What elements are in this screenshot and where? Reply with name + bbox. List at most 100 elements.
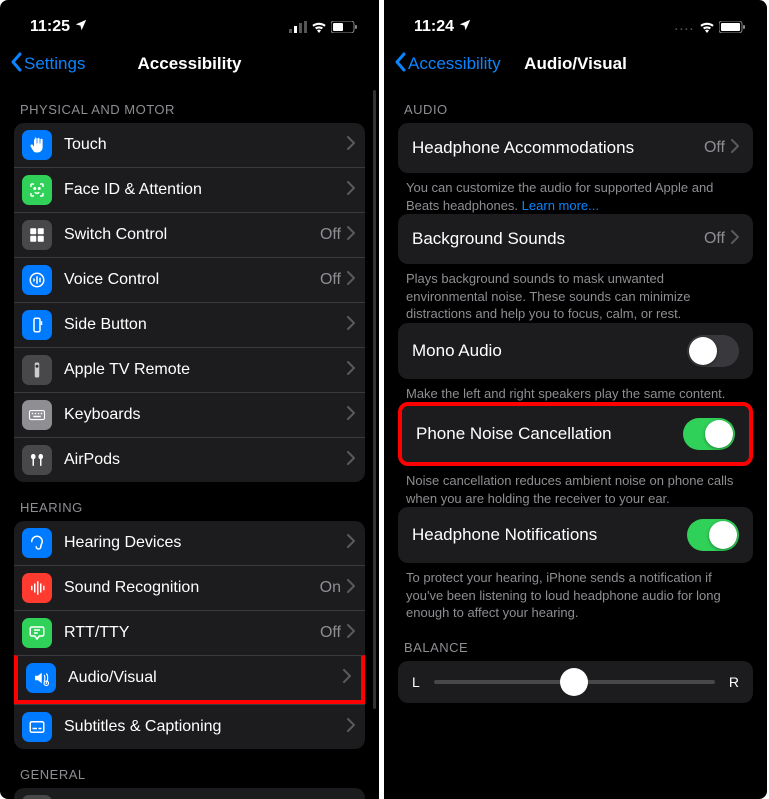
chevron-right-icon bbox=[347, 271, 355, 290]
chevron-right-icon bbox=[347, 361, 355, 380]
group-footer: Make the left and right speakers play th… bbox=[398, 379, 753, 403]
wifi-icon bbox=[699, 21, 715, 33]
settings-group: Background SoundsOff bbox=[398, 214, 753, 264]
location-arrow-icon bbox=[74, 18, 88, 37]
group-footer: To protect your hearing, iPhone sends a … bbox=[398, 563, 753, 622]
remote-icon bbox=[22, 355, 52, 385]
settings-group: Headphone Notifications bbox=[398, 507, 753, 563]
settings-group: Phone Noise Cancellation bbox=[398, 402, 753, 466]
chevron-left-icon bbox=[10, 52, 22, 77]
row-label: Apple TV Remote bbox=[64, 361, 347, 379]
ear-icon bbox=[22, 528, 52, 558]
row-apple-tv-remote[interactable]: Apple TV Remote bbox=[14, 347, 365, 392]
section-header: GENERAL bbox=[14, 749, 365, 788]
sound-wave-icon bbox=[22, 573, 52, 603]
back-button[interactable]: Settings bbox=[10, 52, 85, 77]
row-sound-recognition[interactable]: Sound RecognitionOn bbox=[14, 565, 365, 610]
row-label: Headphone Accommodations bbox=[412, 138, 704, 158]
cell-signal-icon: .... bbox=[675, 21, 695, 33]
nav-bar: Accessibility Audio/Visual bbox=[384, 44, 767, 84]
row-audio-visual[interactable]: Audio/Visual bbox=[14, 655, 365, 704]
row-value: On bbox=[320, 579, 341, 597]
chevron-left-icon bbox=[394, 52, 406, 77]
status-bar: 11:25 bbox=[0, 0, 379, 44]
row-label: Touch bbox=[64, 136, 347, 154]
row-value: Off bbox=[704, 230, 725, 248]
chevron-right-icon bbox=[347, 579, 355, 598]
guided-access-icon bbox=[22, 795, 52, 799]
chevron-right-icon bbox=[347, 624, 355, 643]
row-label: Voice Control bbox=[64, 271, 320, 289]
subtitles-icon bbox=[22, 712, 52, 742]
learn-more-link[interactable]: Learn more... bbox=[522, 198, 599, 213]
row-keyboards[interactable]: Keyboards bbox=[14, 392, 365, 437]
chevron-right-icon bbox=[347, 718, 355, 737]
phone-audio-visual-settings: 11:24 .... Accessibility Audio/Visual AU… bbox=[384, 0, 767, 799]
row-rtt-tty[interactable]: RTT/TTYOff bbox=[14, 610, 365, 655]
row-label: Background Sounds bbox=[412, 229, 704, 249]
toggle-switch[interactable] bbox=[683, 418, 735, 450]
toggle-switch[interactable] bbox=[687, 519, 739, 551]
back-label: Accessibility bbox=[408, 54, 501, 74]
row-mono-audio[interactable]: Mono Audio bbox=[398, 323, 753, 379]
chevron-right-icon bbox=[731, 139, 739, 158]
row-background-sounds[interactable]: Background SoundsOff bbox=[398, 214, 753, 264]
voice-icon bbox=[22, 265, 52, 295]
rtt-icon bbox=[22, 618, 52, 648]
chevron-right-icon bbox=[347, 451, 355, 470]
group-footer: You can customize the audio for supporte… bbox=[398, 173, 753, 214]
settings-group: Hearing DevicesSound RecognitionOnRTT/TT… bbox=[14, 521, 365, 749]
settings-scroll[interactable]: PHYSICAL AND MOTORTouchFace ID & Attenti… bbox=[0, 84, 379, 799]
slider-track[interactable] bbox=[434, 680, 715, 684]
row-headphone-notifications[interactable]: Headphone Notifications bbox=[398, 507, 753, 563]
balance-left-label: L bbox=[412, 674, 420, 690]
phone-accessibility-settings: 11:25 Settings Accessibility PHYSICAL bbox=[0, 0, 379, 799]
slider-thumb[interactable] bbox=[560, 668, 588, 696]
status-time: 11:24 bbox=[414, 18, 454, 36]
audio-visual-icon bbox=[26, 663, 56, 693]
chevron-right-icon bbox=[343, 669, 351, 688]
balance-right-label: R bbox=[729, 674, 739, 690]
chevron-right-icon bbox=[347, 406, 355, 425]
row-side-button[interactable]: Side Button bbox=[14, 302, 365, 347]
chevron-right-icon bbox=[347, 534, 355, 553]
chevron-right-icon bbox=[347, 136, 355, 155]
location-arrow-icon bbox=[458, 18, 472, 37]
row-label: Hearing Devices bbox=[64, 534, 347, 552]
keyboard-icon bbox=[22, 400, 52, 430]
settings-scroll[interactable]: AUDIOHeadphone AccommodationsOffYou can … bbox=[384, 84, 767, 799]
chevron-right-icon bbox=[347, 226, 355, 245]
row-label: Phone Noise Cancellation bbox=[416, 424, 683, 444]
balance-slider[interactable]: LR bbox=[398, 661, 753, 703]
chevron-right-icon bbox=[731, 230, 739, 249]
section-header: BALANCE bbox=[398, 622, 753, 661]
airpods-icon bbox=[22, 445, 52, 475]
row-value: Off bbox=[320, 624, 341, 642]
row-phone-noise-cancellation[interactable]: Phone Noise Cancellation bbox=[402, 406, 749, 462]
battery-icon bbox=[719, 21, 745, 33]
row-subtitles-captioning[interactable]: Subtitles & Captioning bbox=[14, 704, 365, 749]
row-touch[interactable]: Touch bbox=[14, 123, 365, 167]
row-guided-access[interactable]: Guided AccessOff bbox=[14, 788, 365, 799]
row-label: Mono Audio bbox=[412, 341, 687, 361]
row-switch-control[interactable]: Switch ControlOff bbox=[14, 212, 365, 257]
toggle-switch[interactable] bbox=[687, 335, 739, 367]
scrollbar[interactable] bbox=[373, 90, 376, 709]
settings-group: Headphone AccommodationsOff bbox=[398, 123, 753, 173]
row-airpods[interactable]: AirPods bbox=[14, 437, 365, 482]
row-headphone-accommodations[interactable]: Headphone AccommodationsOff bbox=[398, 123, 753, 173]
nav-bar: Settings Accessibility bbox=[0, 44, 379, 84]
row-label: RTT/TTY bbox=[64, 624, 320, 642]
row-label: Subtitles & Captioning bbox=[64, 718, 347, 736]
section-header: HEARING bbox=[14, 482, 365, 521]
row-hearing-devices[interactable]: Hearing Devices bbox=[14, 521, 365, 565]
row-voice-control[interactable]: Voice ControlOff bbox=[14, 257, 365, 302]
row-label: Keyboards bbox=[64, 406, 347, 424]
row-value: Off bbox=[704, 139, 725, 157]
row-label: AirPods bbox=[64, 451, 347, 469]
row-label: Audio/Visual bbox=[68, 669, 343, 687]
status-bar: 11:24 .... bbox=[384, 0, 767, 44]
row-face-id-attention[interactable]: Face ID & Attention bbox=[14, 167, 365, 212]
row-value: Off bbox=[320, 226, 341, 244]
back-button[interactable]: Accessibility bbox=[394, 52, 501, 77]
